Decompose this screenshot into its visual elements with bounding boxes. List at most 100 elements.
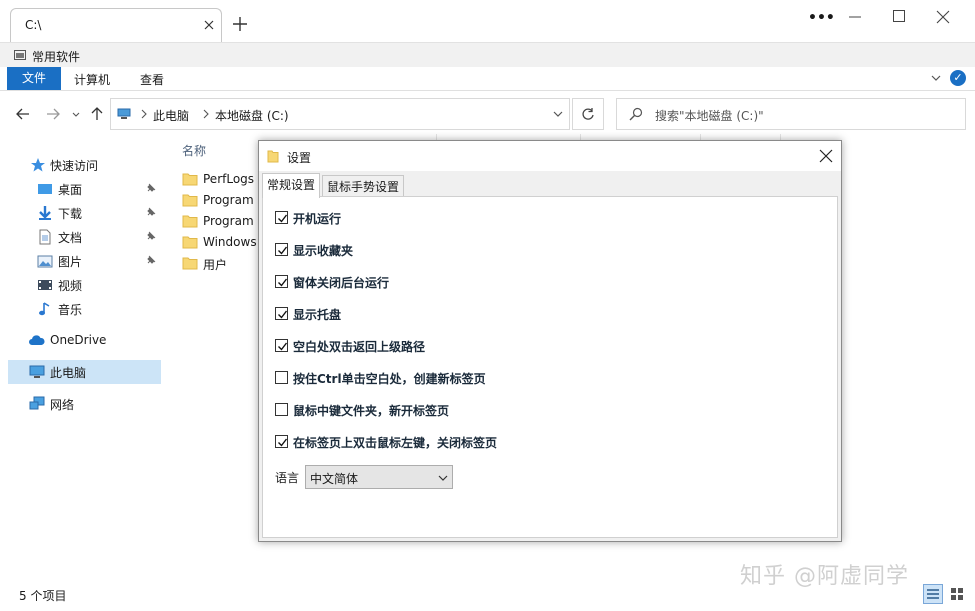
checkbox[interactable]: [275, 211, 288, 224]
sidebar-item-label: 下载: [58, 207, 83, 221]
large-icons-view-button[interactable]: [947, 584, 967, 604]
watermark: 知乎 @阿虚同学: [740, 564, 909, 589]
sidebar-item-label: 快速访问: [50, 159, 99, 173]
tab-close-icon[interactable]: [203, 19, 215, 31]
minimize-icon[interactable]: [848, 12, 862, 22]
breadcrumb-separator-icon[interactable]: [141, 109, 147, 119]
checkbox[interactable]: [275, 339, 288, 352]
checkbox[interactable]: [275, 243, 288, 256]
breadcrumb-separator-icon[interactable]: [203, 109, 209, 119]
sidebar-item-desktop[interactable]: 桌面: [0, 177, 160, 201]
recent-locations-chevron-icon[interactable]: [72, 107, 80, 121]
sidebar-item-label: 视频: [58, 279, 83, 293]
window-close-icon[interactable]: [936, 10, 950, 24]
favorites-folder-icon: [14, 50, 26, 60]
address-history-chevron-icon[interactable]: [553, 111, 563, 117]
dialog-close-icon[interactable]: [819, 149, 833, 163]
language-label: 语言: [275, 471, 300, 485]
option-label: 窗体关闭后台运行: [293, 276, 390, 290]
checkbox[interactable]: [275, 435, 288, 448]
checkbox[interactable]: [275, 275, 288, 288]
option-label: 开机运行: [293, 212, 342, 226]
pin-icon[interactable]: [146, 183, 156, 193]
document-icon: [39, 229, 51, 245]
sidebar-item-onedrive[interactable]: OneDrive: [0, 329, 160, 353]
file-name: 用户: [203, 258, 228, 272]
desktop-icon: [38, 184, 52, 194]
dialog-title: 设置: [287, 151, 312, 165]
details-view-button[interactable]: [923, 584, 943, 604]
address-bar[interactable]: 此电脑 本地磁盘 (C:): [110, 98, 570, 130]
sidebar-item-pictures[interactable]: 图片: [0, 249, 160, 273]
dialog-title-bar: 设置: [259, 141, 841, 171]
search-box[interactable]: 搜索"本地磁盘 (C:)": [616, 98, 966, 130]
pin-icon[interactable]: [146, 255, 156, 265]
tab-general-settings[interactable]: 常规设置: [262, 173, 321, 198]
help-icon[interactable]: ✓: [950, 70, 966, 86]
sidebar-item-quick-access[interactable]: 快速访问: [0, 153, 160, 177]
option-label: 在标签页上双击鼠标左键，关闭标签页: [293, 436, 498, 450]
ribbon-tab-view[interactable]: 查看: [140, 71, 164, 88]
file-name: PerfLogs: [203, 172, 255, 186]
language-select[interactable]: 中文简体: [305, 465, 453, 489]
sidebar-item-network[interactable]: 网络: [0, 392, 160, 416]
search-icon: [629, 107, 643, 121]
sidebar-item-this-pc[interactable]: 此电脑: [8, 360, 161, 384]
title-bar: C:\ •••: [0, 0, 975, 42]
navigation-bar: 此电脑 本地磁盘 (C:) 搜索"本地磁盘 (C:)": [0, 96, 975, 132]
more-options-button[interactable]: •••: [808, 11, 835, 25]
refresh-button[interactable]: [572, 98, 604, 130]
ribbon-tab-file[interactable]: 文件: [7, 67, 61, 90]
folder-icon: [267, 150, 279, 163]
new-tab-plus-icon[interactable]: [233, 17, 247, 31]
favorites-item[interactable]: 常用软件: [32, 48, 80, 65]
computer-icon: [29, 365, 45, 378]
item-count: 5 个项目: [19, 589, 67, 603]
star-icon: [31, 158, 45, 172]
checkbox[interactable]: [275, 403, 288, 416]
file-row[interactable]: Program: [182, 191, 262, 211]
tab-c-drive[interactable]: C:\: [10, 8, 222, 42]
checkbox[interactable]: [275, 307, 288, 320]
maximize-icon[interactable]: [893, 10, 905, 22]
details-view-icon: [927, 589, 939, 599]
file-row[interactable]: Windows: [182, 233, 262, 253]
tab-mouse-gesture-settings[interactable]: 鼠标手势设置: [322, 175, 405, 197]
download-icon: [39, 206, 51, 220]
checkbox[interactable]: [275, 371, 288, 384]
column-header-name[interactable]: 名称: [182, 142, 206, 159]
sidebar-item-downloads[interactable]: 下载: [0, 201, 160, 225]
sidebar-item-music[interactable]: 音乐: [0, 297, 160, 321]
breadcrumb-this-pc[interactable]: 此电脑: [153, 107, 189, 124]
back-arrow-icon[interactable]: [16, 107, 30, 121]
pin-icon[interactable]: [146, 207, 156, 217]
sidebar-item-label: 此电脑: [50, 366, 87, 380]
search-placeholder: 搜索"本地磁盘 (C:)": [655, 109, 764, 123]
file-row[interactable]: PerfLogs: [182, 170, 262, 190]
option-label: 空白处双击返回上级路径: [293, 340, 426, 354]
file-row[interactable]: Program: [182, 212, 262, 232]
sidebar-item-label: 网络: [50, 398, 75, 412]
ribbon-expand-chevron-icon[interactable]: [931, 74, 941, 82]
file-name: Windows: [203, 235, 257, 249]
network-icon: [29, 396, 45, 410]
video-icon: [38, 280, 52, 290]
tiles-view-icon: [951, 588, 963, 600]
folder-icon: [182, 173, 198, 186]
folder-icon: [182, 215, 198, 228]
pin-icon[interactable]: [146, 231, 156, 241]
general-settings-panel: 开机运行 显示收藏夹 窗体关闭后台运行 显示托盘 空白处双击返回上级路径 按住C…: [262, 196, 838, 538]
file-name: Program: [203, 214, 254, 228]
option-label: 显示托盘: [293, 308, 342, 322]
language-value: 中文简体: [310, 472, 359, 486]
file-row[interactable]: 用户: [182, 254, 262, 274]
sidebar-item-videos[interactable]: 视频: [0, 273, 160, 297]
sidebar-item-documents[interactable]: 文档: [0, 225, 160, 249]
sidebar-item-label: 音乐: [58, 303, 83, 317]
navigation-pane: 快速访问 桌面 下载 文档 图片 视频 音乐 OneDrive 此电脑 网络: [0, 140, 165, 580]
option-label: 显示收藏夹: [293, 244, 354, 258]
breadcrumb-local-disk[interactable]: 本地磁盘 (C:): [215, 107, 289, 124]
ribbon-tab-computer[interactable]: 计算机: [74, 71, 110, 88]
forward-arrow-icon[interactable]: [46, 107, 60, 121]
up-arrow-icon[interactable]: [90, 107, 104, 121]
